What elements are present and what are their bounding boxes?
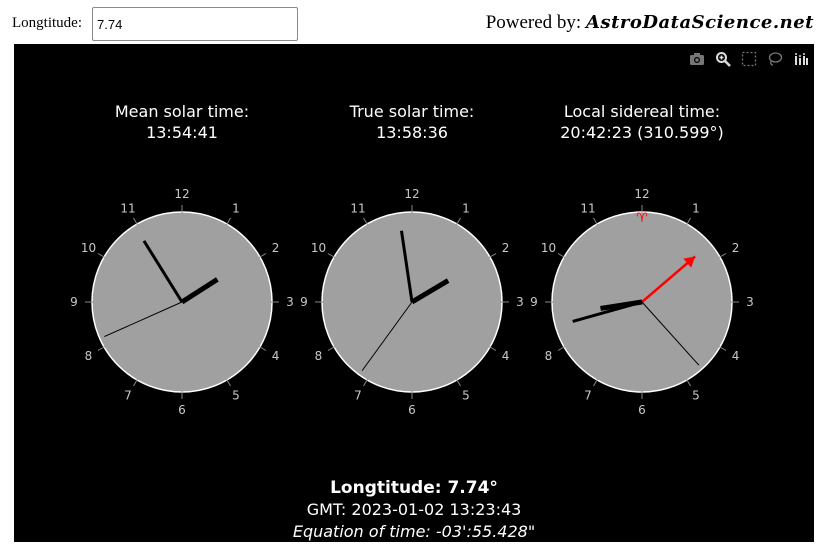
clock-title: True solar time: — [349, 102, 475, 121]
footer-gmt: GMT: 2023-01-02 13:23:43 — [306, 500, 522, 519]
hour-tick — [258, 253, 267, 258]
hour-number: 6 — [178, 403, 186, 417]
hour-number: 7 — [584, 389, 592, 403]
hour-tick — [97, 253, 106, 258]
hour-tick — [226, 378, 231, 387]
hour-number: 9 — [70, 295, 78, 309]
hour-number: 10 — [81, 241, 96, 255]
hour-number: 2 — [732, 241, 740, 255]
hour-number: 4 — [732, 349, 740, 363]
hour-number: 3 — [746, 295, 754, 309]
hour-tick — [226, 217, 231, 226]
hour-tick — [718, 346, 727, 351]
hour-number: 8 — [315, 349, 323, 363]
hour-tick — [456, 378, 461, 387]
clock-title: Local sidereal time: — [564, 102, 720, 121]
hour-number: 4 — [272, 349, 280, 363]
hour-tick — [593, 217, 598, 226]
hour-tick — [718, 253, 727, 258]
hour-number: 3 — [516, 295, 524, 309]
hour-number: 11 — [120, 201, 135, 215]
hour-tick — [488, 253, 497, 258]
hour-number: 5 — [462, 389, 470, 403]
footer-equation-of-time: Equation of time: -03':55.428" — [292, 522, 536, 541]
hour-number: 9 — [300, 295, 308, 309]
hour-tick — [133, 217, 138, 226]
hour-tick — [686, 378, 691, 387]
hour-number: 5 — [692, 389, 700, 403]
hour-number: 11 — [580, 201, 595, 215]
hour-tick — [327, 346, 336, 351]
hour-number: 2 — [502, 241, 510, 255]
hour-number: 11 — [350, 201, 365, 215]
powered-by-label: Powered by: — [485, 12, 582, 33]
aries-symbol: ♈ — [636, 211, 648, 226]
clocks-canvas: Mean solar time:13:54:41121234567891011T… — [70, 102, 754, 417]
hour-number: 9 — [530, 295, 538, 309]
hour-tick — [557, 253, 566, 258]
hour-tick — [686, 217, 691, 226]
hour-tick — [363, 217, 368, 226]
hour-tick — [557, 346, 566, 351]
brand-name[interactable]: AstroDataScience.net — [586, 12, 814, 33]
hour-tick — [258, 346, 267, 351]
hour-number: 12 — [174, 187, 189, 201]
hour-number: 12 — [634, 187, 649, 201]
powered-by: Powered by: AstroDataScience.net — [486, 12, 814, 34]
hour-tick — [456, 217, 461, 226]
hour-number: 7 — [354, 389, 362, 403]
clock-time-readout: 20:42:23 (310.599°) — [560, 123, 724, 142]
hour-tick — [133, 378, 138, 387]
top-bar: Longtitude: Powered by: AstroDataScience… — [0, 0, 828, 44]
hour-number: 8 — [85, 349, 93, 363]
clock-plot: Mean solar time: 13:54:41 12 1 2 3 4 5 6 7 8 9 10 11 T… — [14, 44, 814, 542]
hour-number: 10 — [541, 241, 556, 255]
footer-longitude: Longtitude: 7.74° — [330, 478, 498, 498]
hour-tick — [363, 378, 368, 387]
hour-number: 1 — [232, 201, 240, 215]
hour-number: 8 — [545, 349, 553, 363]
hour-number: 10 — [311, 241, 326, 255]
hour-tick — [593, 378, 598, 387]
clock-time-readout: 13:58:36 — [376, 123, 448, 142]
hour-number: 6 — [408, 403, 416, 417]
hour-number: 6 — [638, 403, 646, 417]
hour-number: 4 — [502, 349, 510, 363]
hour-tick — [488, 346, 497, 351]
hour-number: 1 — [462, 201, 470, 215]
hour-number: 2 — [272, 241, 280, 255]
hour-number: 5 — [232, 389, 240, 403]
longitude-label: Longtitude: — [12, 15, 82, 31]
clock-time-readout: 13:54:41 — [146, 123, 218, 142]
hour-number: 7 — [124, 389, 132, 403]
hour-tick — [97, 346, 106, 351]
hour-number: 1 — [692, 201, 700, 215]
longitude-input[interactable] — [92, 7, 298, 41]
clock-title: Mean solar time: — [115, 102, 249, 121]
hour-tick — [327, 253, 336, 258]
hour-number: 12 — [404, 187, 419, 201]
hour-number: 3 — [286, 295, 294, 309]
